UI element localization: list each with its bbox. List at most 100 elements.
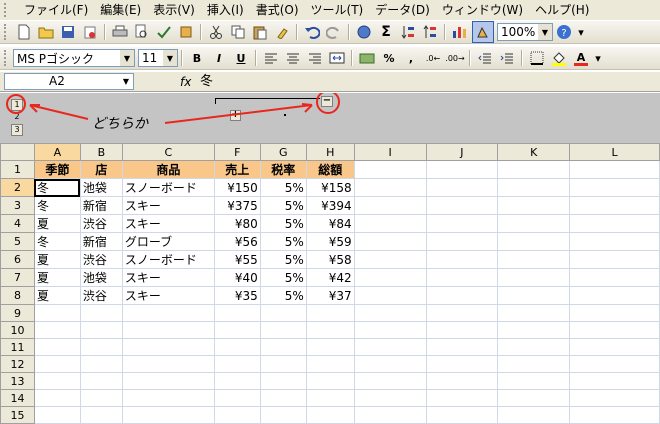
grid-cell[interactable] — [353, 268, 427, 287]
row-header[interactable]: 15 — [0, 406, 35, 424]
research-icon[interactable] — [176, 22, 196, 42]
grid-cell[interactable] — [121, 321, 215, 339]
percent-style-icon[interactable]: % — [379, 48, 399, 68]
grid-cell[interactable] — [497, 321, 571, 339]
grid-cell[interactable]: スキー — [121, 214, 215, 233]
grid-cell[interactable] — [259, 338, 307, 356]
active-cell[interactable]: 冬 — [33, 178, 81, 197]
grid-cell[interactable]: ¥37 — [305, 286, 355, 305]
grid-cell[interactable] — [569, 232, 660, 251]
grid-cell[interactable]: ¥42 — [305, 268, 355, 287]
grid-cell[interactable] — [79, 406, 123, 424]
chart-wizard-icon[interactable] — [450, 22, 470, 42]
undo-icon[interactable] — [302, 22, 322, 42]
grid-cell[interactable] — [213, 304, 261, 322]
chevron-down-icon[interactable]: ▼ — [120, 50, 134, 66]
currency-style-icon[interactable] — [357, 48, 377, 68]
grid-cell[interactable] — [353, 232, 427, 251]
name-box[interactable]: A2 ▼ — [4, 73, 134, 90]
redo-icon[interactable] — [324, 22, 344, 42]
toolbar-grip[interactable] — [4, 50, 9, 66]
cut-icon[interactable] — [206, 22, 226, 42]
header-cell[interactable]: 店 — [79, 160, 123, 179]
grid-cell[interactable] — [425, 406, 499, 424]
new-file-icon[interactable] — [14, 22, 34, 42]
fill-color-icon[interactable] — [549, 48, 569, 68]
row-header[interactable]: 1 — [0, 160, 35, 179]
header-cell[interactable]: 売上 — [213, 160, 261, 179]
grid-cell[interactable] — [33, 389, 81, 407]
grid-cell[interactable]: 渋谷 — [79, 286, 123, 305]
spelling-icon[interactable] — [154, 22, 174, 42]
grid-cell[interactable] — [425, 196, 499, 215]
align-left-icon[interactable] — [261, 48, 281, 68]
grid-cell[interactable]: 新宿 — [79, 196, 123, 215]
grid-cell[interactable] — [425, 304, 499, 322]
grid-cell[interactable] — [305, 372, 355, 390]
insert-function-icon[interactable]: fx — [180, 73, 191, 91]
menu-window[interactable]: ウィンドウ(W) — [436, 0, 529, 20]
grid-cell[interactable] — [305, 321, 355, 339]
zoom-select[interactable]: 100% ▼ — [497, 23, 553, 41]
grid-cell[interactable] — [497, 214, 571, 233]
grid-cell[interactable] — [569, 196, 660, 215]
grid-cell[interactable] — [569, 214, 660, 233]
grid-cell[interactable]: ¥58 — [305, 250, 355, 269]
grid-cell[interactable]: スノーボード — [121, 178, 215, 197]
grid-cell[interactable] — [305, 389, 355, 407]
grid-cell[interactable] — [569, 250, 660, 269]
align-center-icon[interactable] — [283, 48, 303, 68]
menu-grip[interactable] — [4, 3, 12, 17]
grid-cell[interactable] — [33, 355, 81, 373]
grid-cell[interactable] — [569, 321, 660, 339]
underline-button[interactable]: U — [231, 48, 251, 68]
print-icon[interactable] — [110, 22, 130, 42]
header-cell[interactable]: 総額 — [305, 160, 355, 179]
grid-cell[interactable] — [213, 321, 261, 339]
grid-cell[interactable]: 夏 — [33, 286, 81, 305]
grid-cell[interactable] — [259, 355, 307, 373]
row-header[interactable]: 6 — [0, 250, 35, 269]
grid-cell[interactable] — [497, 406, 571, 424]
menu-help[interactable]: ヘルプ(H) — [529, 0, 595, 20]
column-header-h[interactable]: H — [305, 143, 355, 161]
copy-icon[interactable] — [228, 22, 248, 42]
grid-cell[interactable] — [569, 372, 660, 390]
menu-data[interactable]: データ(D) — [369, 0, 436, 20]
grid-cell[interactable] — [79, 304, 123, 322]
grid-cell[interactable] — [79, 389, 123, 407]
row-header[interactable]: 7 — [0, 268, 35, 287]
chevron-down-icon[interactable]: ▼ — [538, 24, 552, 40]
grid-cell[interactable]: 夏 — [33, 250, 81, 269]
grid-cell[interactable] — [353, 321, 427, 339]
toolbar-options-icon[interactable]: ▾ — [593, 48, 603, 68]
row-header[interactable]: 8 — [0, 286, 35, 305]
sort-descending-icon[interactable] — [420, 22, 440, 42]
header-cell[interactable]: 商品 — [121, 160, 215, 179]
format-painter-icon[interactable] — [272, 22, 292, 42]
grid-cell[interactable] — [497, 389, 571, 407]
grid-cell[interactable]: 渋谷 — [79, 250, 123, 269]
grid-cell[interactable] — [33, 321, 81, 339]
grid-cell[interactable]: スキー — [121, 286, 215, 305]
grid-cell[interactable] — [305, 304, 355, 322]
grid-cell[interactable] — [425, 286, 499, 305]
grid-cell[interactable]: ¥375 — [213, 196, 261, 215]
row-header[interactable]: 11 — [0, 338, 35, 356]
grid-cell[interactable]: ¥394 — [305, 196, 355, 215]
grid-cell[interactable] — [33, 304, 81, 322]
grid-cell[interactable] — [425, 214, 499, 233]
grid-cell[interactable] — [213, 389, 261, 407]
row-header[interactable]: 14 — [0, 389, 35, 407]
print-preview-icon[interactable] — [132, 22, 152, 42]
column-header-g[interactable]: G — [259, 143, 307, 161]
grid-cell[interactable] — [33, 372, 81, 390]
grid-cell[interactable] — [497, 268, 571, 287]
grid-cell[interactable] — [79, 372, 123, 390]
merge-center-icon[interactable] — [327, 48, 347, 68]
comma-style-icon[interactable]: , — [401, 48, 421, 68]
decrease-indent-icon[interactable] — [475, 48, 495, 68]
grid-cell[interactable] — [497, 250, 571, 269]
row-header[interactable]: 5 — [0, 232, 35, 251]
paste-icon[interactable] — [250, 22, 270, 42]
